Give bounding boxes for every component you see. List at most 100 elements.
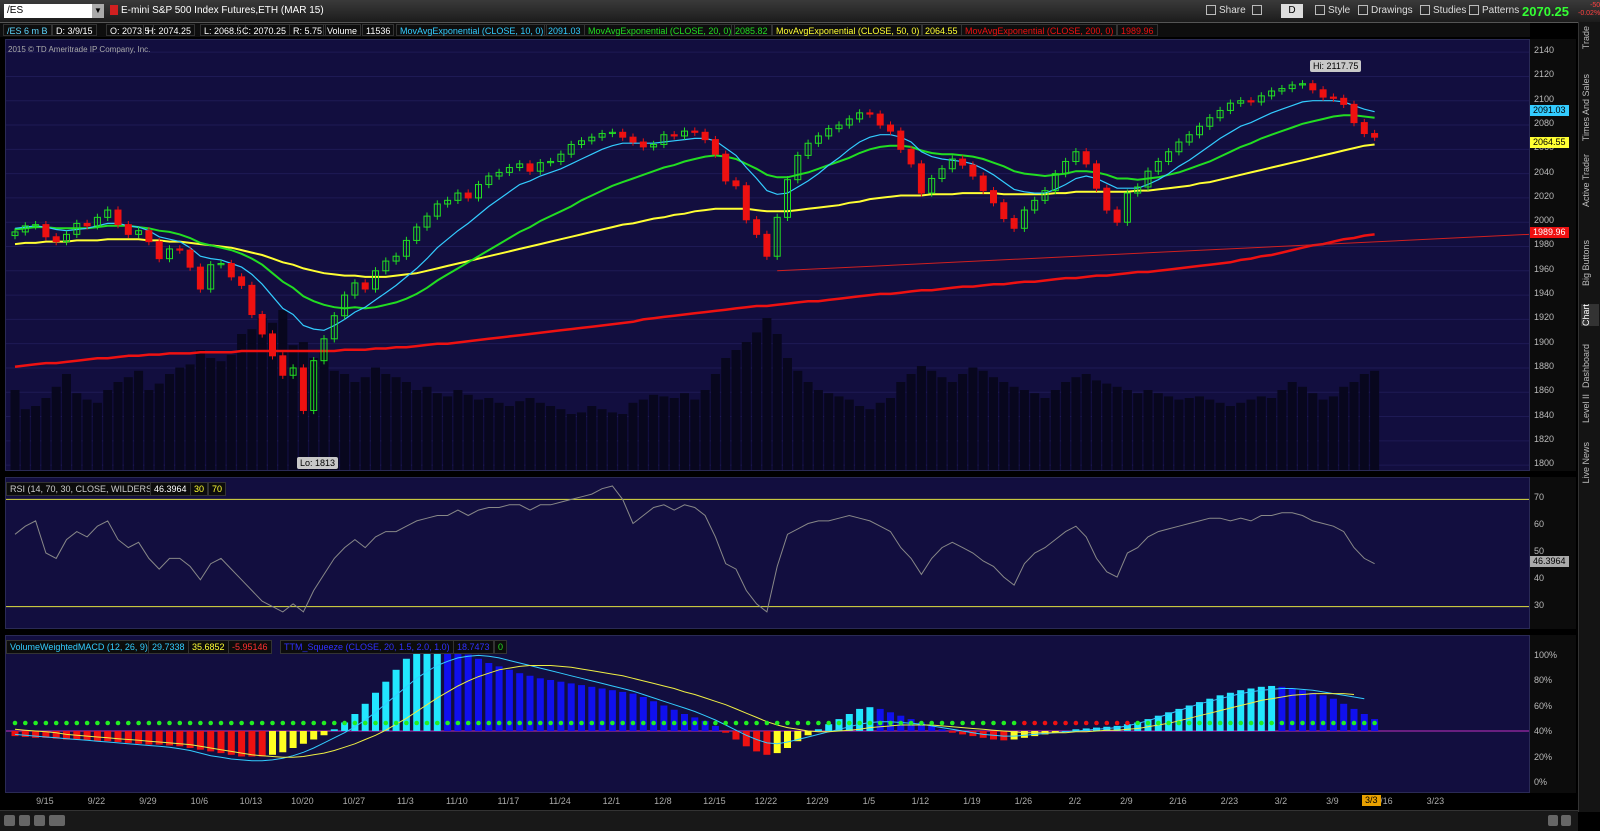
- squeeze-dot: [1217, 720, 1223, 726]
- volume-bar: [649, 394, 659, 470]
- time-tick-label: 9/15: [36, 796, 54, 806]
- ma10-label[interactable]: MovAvgExponential (CLOSE, 10, 0): [396, 24, 548, 36]
- squeeze-dot: [651, 720, 656, 726]
- candle-body: [876, 113, 884, 126]
- candle-body: [464, 192, 472, 199]
- rsi-pane[interactable]: [5, 477, 1530, 629]
- time-tick-label: 3/9: [1326, 796, 1339, 806]
- rsi-axis[interactable]: 30 40 50 60 70 46.3964: [1530, 477, 1576, 629]
- macd-axis[interactable]: 0% 20% 40% 60% 80% 100%: [1530, 635, 1576, 793]
- settings-button[interactable]: [1252, 4, 1265, 18]
- candle-body: [1247, 100, 1255, 103]
- squeeze-dot: [1289, 720, 1295, 726]
- volume-bar: [659, 396, 669, 470]
- sidebar-tab-chart[interactable]: Chart: [1581, 304, 1599, 327]
- sidebar-tab-level-ii[interactable]: Level II: [1581, 394, 1599, 423]
- candle-body: [52, 236, 60, 243]
- squeeze-dot: [1248, 720, 1254, 726]
- volume-bar: [669, 398, 679, 470]
- sidebar-tab-active-trader[interactable]: Active Trader: [1581, 154, 1599, 207]
- volume-bar: [175, 367, 185, 470]
- price-tick-label: 1960: [1534, 263, 1555, 274]
- macd-histogram-bar: [1340, 703, 1348, 731]
- squeeze-dot: [826, 720, 831, 726]
- price-chart[interactable]: [6, 40, 1529, 470]
- volume-bar: [772, 334, 782, 470]
- studies-button[interactable]: Studies: [1420, 4, 1466, 18]
- volume-bar: [391, 377, 401, 470]
- ma50-label[interactable]: MovAvgExponential (CLOSE, 50, 0): [772, 24, 924, 36]
- trendline: [777, 233, 1529, 272]
- squeeze-dot: [723, 720, 728, 726]
- squeeze-dot: [1372, 720, 1377, 726]
- volume-bar: [1225, 406, 1235, 470]
- aggregation-label[interactable]: /ES 6 m B: [3, 24, 52, 36]
- squeeze-dot: [12, 720, 18, 726]
- candle-body: [722, 153, 730, 182]
- squeeze-dot: [877, 720, 883, 726]
- squeeze-zero: 0: [494, 640, 508, 654]
- rsi-chart[interactable]: [6, 478, 1529, 628]
- macd-chart[interactable]: [6, 636, 1529, 792]
- macd-pane[interactable]: [5, 635, 1530, 793]
- ma50-axis-tag: 2064.55: [1530, 136, 1569, 148]
- volume-bar: [278, 310, 288, 470]
- volume-bar: [587, 406, 597, 470]
- squeeze-dot: [548, 720, 553, 726]
- scroll-left-icon[interactable]: [1548, 815, 1558, 826]
- share-button[interactable]: Share: [1206, 4, 1246, 18]
- drawings-button[interactable]: Drawings: [1358, 4, 1413, 18]
- macd-signal-line: [14, 665, 1355, 758]
- volume-bar: [700, 390, 710, 470]
- volume-bar: [1133, 393, 1143, 470]
- move-icon[interactable]: [4, 815, 15, 826]
- reset-zoom-icon[interactable]: [49, 815, 65, 826]
- candle-body: [742, 185, 750, 221]
- aggregation-button[interactable]: D: [1281, 4, 1303, 18]
- sidebar-tab-dashboard[interactable]: Dashboard: [1581, 344, 1599, 388]
- rsi-tick-label: 60: [1534, 519, 1545, 530]
- volume-bar: [443, 396, 453, 470]
- scroll-right-icon[interactable]: [1561, 815, 1571, 826]
- macd-histogram-bar: [11, 731, 19, 737]
- volume-bar: [968, 367, 978, 470]
- price-axis[interactable]: 1800 1820 1840 1860 1880 1900 1920 1940 1960 1980…: [1530, 39, 1576, 471]
- price-tick-label: 1920: [1534, 312, 1555, 323]
- squeeze-dot: [342, 720, 347, 726]
- volume-bar: [824, 393, 834, 470]
- sidebar-tab-times-and-sales[interactable]: Times And Sales: [1581, 74, 1599, 141]
- time-tick-label: 11/17: [497, 796, 520, 806]
- sidebar-tab-live-news[interactable]: Live News: [1581, 442, 1599, 484]
- chevron-down-icon[interactable]: ▼: [92, 4, 104, 18]
- volume-bar: [51, 386, 61, 470]
- zoom-out-icon[interactable]: [34, 815, 45, 826]
- volume-bar: [1287, 382, 1297, 470]
- macd-value-2: 35.6852: [188, 640, 229, 654]
- price-pane[interactable]: [5, 39, 1530, 471]
- volume-bar: [855, 406, 865, 470]
- squeeze-dot: [1176, 720, 1182, 726]
- symbol-input[interactable]: /ES ▼: [4, 4, 104, 18]
- patterns-button[interactable]: Patterns: [1469, 4, 1519, 18]
- ma200-label[interactable]: MovAvgExponential (CLOSE, 200, 0): [961, 24, 1118, 36]
- ma20-label[interactable]: MovAvgExponential (CLOSE, 20, 0): [584, 24, 736, 36]
- zoom-in-icon[interactable]: [19, 815, 30, 826]
- style-button[interactable]: Style: [1315, 4, 1350, 18]
- candle-body: [227, 263, 235, 278]
- candle-body: [299, 367, 307, 411]
- squeeze-label[interactable]: TTM_Squeeze (CLOSE, 20, 1.5, 2.0, 1.0): [280, 640, 454, 654]
- sidebar-tab-big-buttons[interactable]: Big Buttons: [1581, 240, 1599, 286]
- rsi-label[interactable]: RSI (14, 70, 30, CLOSE, WILDERS): [6, 482, 160, 496]
- macd-label[interactable]: VolumeWeightedMACD (12, 26, 9): [6, 640, 152, 654]
- macd-histogram-bar: [248, 731, 256, 757]
- squeeze-dot: [1238, 720, 1243, 726]
- volume-bar: [566, 414, 576, 470]
- squeeze-dot: [857, 720, 862, 726]
- ma200-axis-tag: 1989.96: [1530, 227, 1569, 239]
- candle-body: [907, 148, 915, 165]
- volume-bar: [1092, 380, 1101, 470]
- volume-bar: [412, 390, 422, 470]
- macd-histogram-bar: [732, 731, 740, 740]
- sidebar-tab-trade[interactable]: Trade: [1581, 26, 1599, 49]
- volume-bar: [1339, 386, 1349, 470]
